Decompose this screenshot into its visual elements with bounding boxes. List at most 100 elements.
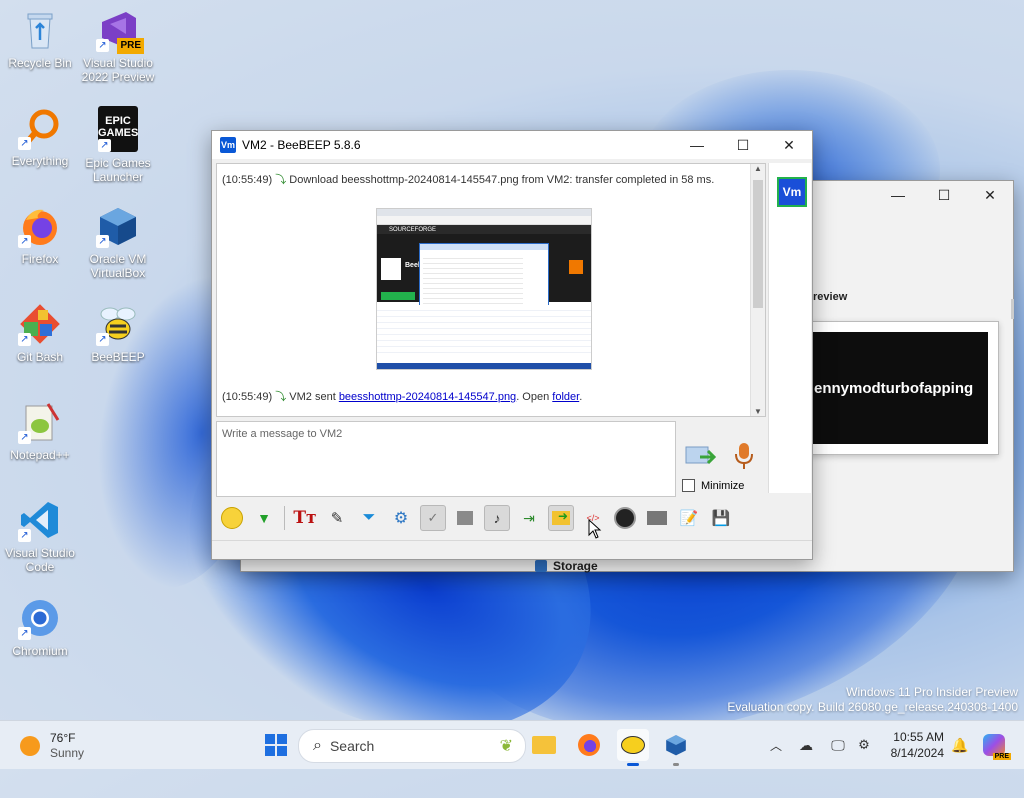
- network-button[interactable]: ☁: [790, 729, 822, 761]
- chat-window[interactable]: Vm VM2 - BeeBEEP 5.8.6 — ☐ ✕ (10:55:49) …: [211, 130, 813, 560]
- watermark-line2: Evaluation copy. Build 26080.ge_release.…: [727, 700, 1018, 714]
- image-icon: [457, 511, 473, 525]
- file-link[interactable]: beesshottmp-20240814-145547.png: [339, 391, 516, 403]
- screenshot-thumbnail[interactable]: SOURCEFORGE Beeb: [376, 208, 592, 370]
- thumb-inner-titlebar: [420, 244, 548, 250]
- user-panel: Vm: [768, 163, 811, 493]
- desktop-icon-beebeep[interactable]: ↗ BeeBEEP: [78, 302, 158, 364]
- taskbar-beebeep[interactable]: [617, 729, 649, 766]
- desktop-icon-vscode[interactable]: ↗ Visual Studio Code: [0, 498, 80, 574]
- shortcut-arrow-icon: ↗: [98, 139, 111, 152]
- close-button[interactable]: ✕: [766, 131, 812, 159]
- chat-log[interactable]: (10:55:49) ⤵ Download beesshottmp-202408…: [216, 163, 766, 417]
- minimize-button[interactable]: —: [674, 131, 720, 159]
- notifications-button[interactable]: 🔔: [944, 729, 976, 761]
- send-file-button[interactable]: ➜: [548, 505, 574, 531]
- copilot-button[interactable]: PRE: [978, 729, 1011, 761]
- message-suffix: .: [579, 391, 583, 403]
- folder-link[interactable]: folder: [552, 391, 579, 403]
- message-input-placeholder: Write a message to VM2: [222, 428, 343, 440]
- message-text: Download beesshottmp-20240814-145547.png…: [289, 174, 715, 186]
- maximize-button[interactable]: ☐: [720, 131, 766, 159]
- shortcut-arrow-icon: ↗: [18, 431, 31, 444]
- floppy-icon: 💾: [711, 510, 731, 527]
- message-download: (10:55:49) ⤵ Download beesshottmp-202408…: [222, 171, 714, 187]
- sound-button[interactable]: ♪: [484, 505, 510, 531]
- chevron-up-icon: ︿: [769, 738, 782, 753]
- clock[interactable]: 10:55 AM 8/14/2024: [880, 729, 944, 761]
- title-bar: Vm VM2 - BeeBEEP 5.8.6 — ☐ ✕: [212, 131, 812, 159]
- image-button[interactable]: [452, 505, 478, 531]
- pre-badge: PRE: [117, 38, 144, 54]
- screenshot-button[interactable]: [612, 505, 638, 531]
- start-button[interactable]: [260, 729, 292, 761]
- weather-widget[interactable]: 76°F Sunny: [20, 731, 84, 761]
- minimize-checkbox[interactable]: [682, 479, 695, 492]
- desktop-icon-chromium[interactable]: ↗ Chromium: [0, 596, 80, 658]
- filter-button[interactable]: ⏷: [356, 505, 382, 531]
- storage-row[interactable]: Storage: [535, 559, 598, 573]
- notepadpp-icon: ↗: [18, 400, 62, 444]
- shortcut-arrow-icon: ↗: [96, 39, 109, 52]
- search-box[interactable]: ⌕ Search ❦: [298, 729, 526, 763]
- green-chevron-icon: ▼: [257, 510, 271, 526]
- desktop-icon-firefox[interactable]: ↗ Firefox: [0, 204, 80, 266]
- save-chat-button[interactable]: ⇥: [516, 505, 542, 531]
- thumb-page-text: [377, 305, 591, 353]
- desktop-icon-notepadpp[interactable]: ↗ Notepad++: [0, 400, 80, 462]
- message-input[interactable]: Write a message to VM2: [216, 421, 676, 497]
- edit-button[interactable]: 📝: [676, 505, 702, 531]
- smiley-icon: [221, 507, 243, 529]
- minimize-button[interactable]: —: [875, 181, 921, 209]
- desktop-icon-epic-games[interactable]: EPIC GAMES ↗ Epic Games Launcher: [78, 106, 158, 184]
- color-button[interactable]: ✎: [324, 505, 350, 531]
- scrollbar[interactable]: [1011, 299, 1014, 319]
- save-button[interactable]: 💾: [708, 505, 734, 531]
- buzz-button[interactable]: [644, 505, 670, 531]
- desktop-icon-recycle-bin[interactable]: Recycle Bin: [0, 8, 80, 70]
- doc-arrow-icon: ⇥: [523, 509, 535, 526]
- scroll-up-icon[interactable]: ▲: [751, 164, 765, 173]
- spellcheck-button[interactable]: ✓: [420, 505, 446, 531]
- show-hidden-icons-button[interactable]: ︿: [760, 729, 792, 761]
- desktop-icon-virtualbox[interactable]: ↗ Oracle VM VirtualBox: [78, 204, 158, 280]
- desktop-icon-git-bash[interactable]: ↗ Git Bash: [0, 302, 80, 364]
- watermark-line1: Windows 11 Pro Insider Preview: [846, 685, 1018, 699]
- font-button[interactable]: Tт: [292, 505, 318, 531]
- desktop-icon-label: Everything: [11, 154, 69, 168]
- user-avatar[interactable]: Vm: [777, 177, 807, 207]
- taskbar-file-explorer[interactable]: [528, 729, 560, 761]
- taskbar-virtualbox[interactable]: [660, 729, 692, 766]
- message-time: (10:55:49): [222, 174, 273, 186]
- desktop-icon-visual-studio[interactable]: ↗ PRE Visual Studio 2022 Preview: [78, 8, 158, 84]
- minimize-option[interactable]: Minimize: [682, 479, 744, 492]
- send-button[interactable]: [684, 443, 718, 469]
- panel-icon: [647, 511, 667, 525]
- chat-scrollbar[interactable]: ▲ ▼: [750, 164, 765, 416]
- download-arrow-icon: ⤵: [275, 174, 287, 186]
- emoticon-button[interactable]: [219, 505, 245, 531]
- collapse-button[interactable]: ▼: [251, 505, 277, 531]
- pre-badge: PRE: [992, 753, 1011, 760]
- bee-icon: [621, 736, 645, 754]
- scroll-thumb[interactable]: [753, 180, 763, 308]
- desktop-icon-everything[interactable]: ↗ Everything: [0, 106, 80, 168]
- accessibility-button[interactable]: ⚙: [848, 729, 880, 761]
- preview-card: ennymodturbofapping: [801, 321, 999, 455]
- settings-button[interactable]: ⚙: [388, 505, 414, 531]
- storage-icon: [535, 560, 547, 572]
- taskbar-firefox[interactable]: [573, 729, 605, 761]
- funnel-icon: ⏷: [362, 509, 376, 526]
- scroll-down-icon[interactable]: ▼: [751, 407, 765, 416]
- close-button[interactable]: ✕: [967, 181, 1013, 209]
- maximize-button[interactable]: ☐: [921, 181, 967, 209]
- network-icon: ☁: [799, 736, 813, 753]
- voice-message-button[interactable]: [732, 441, 756, 471]
- clock-date: 8/14/2024: [890, 746, 944, 760]
- epic-games-icon: EPIC GAMES ↗: [98, 106, 138, 152]
- check-icon: ✓: [427, 510, 439, 525]
- desktop-icon-label: Visual Studio Code: [5, 546, 75, 574]
- download-arrow-icon: ⤵: [275, 391, 287, 403]
- visual-studio-icon: ↗ PRE: [96, 8, 144, 54]
- message-prefix: VM2 sent: [289, 391, 336, 403]
